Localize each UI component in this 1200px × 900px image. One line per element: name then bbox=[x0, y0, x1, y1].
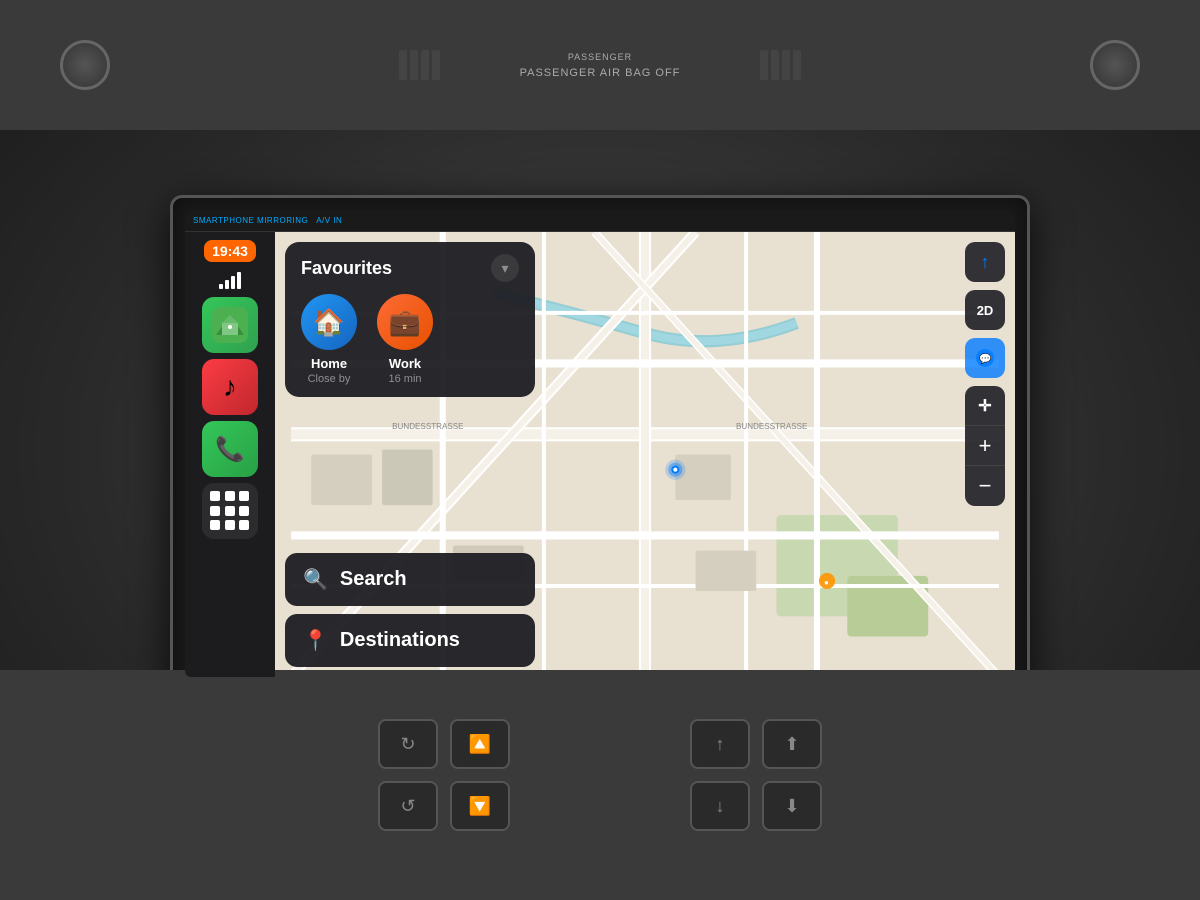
destinations-label: Destinations bbox=[340, 629, 460, 652]
signal-bars bbox=[219, 272, 241, 289]
sony-unit: SMARTPHONE MIRRORING A/V IN 19:43 bbox=[170, 195, 1030, 735]
svg-text:BUNDESSTRASSE: BUNDESSTRASSE bbox=[392, 422, 464, 431]
destinations-icon: 📍 bbox=[303, 628, 328, 653]
mirroring-label: SMARTPHONE MIRRORING bbox=[193, 216, 308, 225]
favourites-items: 🏠 Home Close by 💼 Work bbox=[301, 294, 519, 385]
svg-text:●: ● bbox=[824, 578, 829, 587]
favourites-title: Favourites bbox=[301, 258, 392, 279]
collapse-button[interactable]: ▾ bbox=[491, 254, 519, 282]
mirror-control-3[interactable]: ↓ bbox=[690, 781, 750, 831]
top-area: PASSENGER PASSENGER AIR BAG OFF bbox=[0, 0, 1200, 130]
search-label: Search bbox=[340, 568, 407, 591]
work-sublabel: 16 min bbox=[388, 373, 421, 385]
time-display: 19:43 bbox=[204, 240, 256, 262]
pan-zoom-group: ✛ + − bbox=[965, 386, 1005, 506]
content-area: 19:43 bbox=[185, 232, 1015, 677]
mirror-control-4[interactable]: ⬇ bbox=[762, 781, 822, 831]
sidebar: 19:43 bbox=[185, 232, 275, 677]
pan-button[interactable]: ✛ bbox=[965, 386, 1005, 426]
app-phone[interactable]: 📞 bbox=[202, 421, 258, 477]
left-vent-slots bbox=[399, 50, 440, 80]
home-favourite[interactable]: 🏠 Home Close by bbox=[301, 294, 357, 385]
seat-control-4[interactable]: 🔽 bbox=[450, 781, 510, 831]
right-vent-slots bbox=[760, 50, 801, 80]
destinations-button[interactable]: 📍 Destinations bbox=[285, 614, 535, 667]
traffic-button[interactable]: 💬 bbox=[965, 338, 1005, 378]
bottom-left-controls: ↻ 🔼 ↺ 🔽 bbox=[378, 719, 510, 831]
seat-control-2[interactable]: 🔼 bbox=[450, 719, 510, 769]
svg-text:💬: 💬 bbox=[979, 352, 992, 365]
work-label: Work bbox=[389, 356, 421, 371]
bottom-right-controls: ↑ ⬆ ↓ ⬇ bbox=[690, 719, 822, 831]
home-label: Home bbox=[311, 356, 347, 371]
airbag-text: PASSENGER AIR BAG OFF bbox=[520, 67, 681, 79]
home-sublabel: Close by bbox=[308, 373, 351, 385]
airbag-label-area: PASSENGER PASSENGER AIR BAG OFF bbox=[520, 52, 681, 79]
app-grid[interactable] bbox=[202, 483, 258, 539]
mirror-control-2[interactable]: ⬆ bbox=[762, 719, 822, 769]
mirror-control-1[interactable]: ↑ bbox=[690, 719, 750, 769]
search-icon: 🔍 bbox=[303, 567, 328, 592]
search-button[interactable]: 🔍 Search bbox=[285, 553, 535, 606]
home-icon: 🏠 bbox=[301, 294, 357, 350]
app-maps[interactable] bbox=[202, 297, 258, 353]
compass-button[interactable]: ↑ bbox=[965, 242, 1005, 282]
seat-control-1[interactable]: ↻ bbox=[378, 719, 438, 769]
work-icon: 💼 bbox=[377, 294, 433, 350]
app-music[interactable]: ♪ bbox=[202, 359, 258, 415]
favourites-card: Favourites ▾ 🏠 Home bbox=[285, 242, 535, 397]
bottom-area: ↻ 🔼 ↺ 🔽 ↑ ⬆ ↓ ⬇ bbox=[0, 670, 1200, 900]
status-bar: SMARTPHONE MIRRORING A/V IN bbox=[185, 210, 1015, 232]
seat-control-3[interactable]: ↺ bbox=[378, 781, 438, 831]
screen: SMARTPHONE MIRRORING A/V IN 19:43 bbox=[185, 210, 1015, 677]
zoom-in-button[interactable]: + bbox=[965, 426, 1005, 466]
action-buttons: 🔍 Search 📍 Destinations bbox=[285, 553, 535, 667]
work-favourite[interactable]: 💼 Work 16 min bbox=[377, 294, 433, 385]
svg-text:BUNDESSTRASSE: BUNDESSTRASSE bbox=[736, 422, 808, 431]
map-controls: ↑ 2D 💬 ✛ bbox=[965, 242, 1005, 506]
favourites-header: Favourites ▾ bbox=[301, 254, 519, 282]
av-in-label: A/V IN bbox=[316, 216, 342, 225]
car-interior: PASSENGER PASSENGER AIR BAG OFF SMARTPHO… bbox=[0, 0, 1200, 900]
zoom-out-button[interactable]: − bbox=[965, 466, 1005, 506]
view-2d-button[interactable]: 2D bbox=[965, 290, 1005, 330]
left-vent-knob[interactable] bbox=[60, 40, 110, 90]
right-vent-knob[interactable] bbox=[1090, 40, 1140, 90]
map-area: BUNDESSTRASSE BUNDESSTRASSE bbox=[275, 232, 1015, 677]
